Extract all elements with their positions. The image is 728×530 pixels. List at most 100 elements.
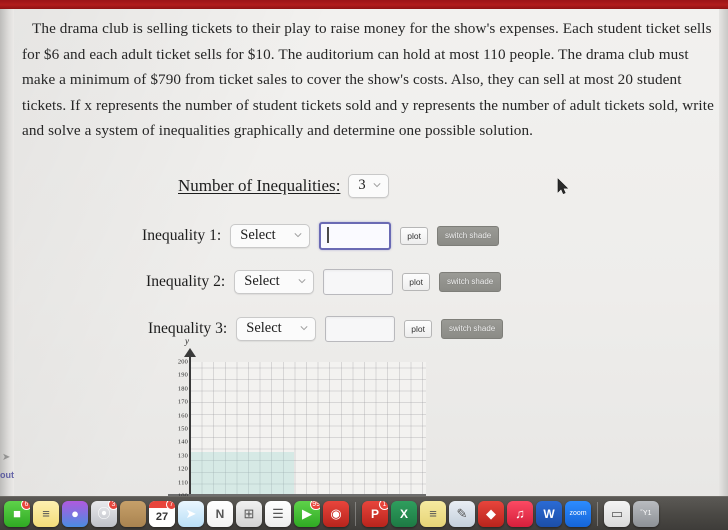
graph-y-tick-label: 180 xyxy=(177,385,188,393)
inequality-graph[interactable]: y 200190180170160150140130120110100 xyxy=(168,336,426,500)
dock-icon-glyph: ◆ xyxy=(486,506,496,521)
dock-icon-glyph: ■ xyxy=(13,506,21,521)
stray-arrow-icon: ➤ xyxy=(2,452,11,463)
dock-icon-glyph: Ὕ1 xyxy=(640,510,652,517)
dock-icon-glyph: ◉ xyxy=(330,506,342,521)
graph-y-tick-label: 200 xyxy=(177,358,188,366)
inequality-3-select-value: Select xyxy=(246,320,282,336)
dock-icon-badge: 99 xyxy=(310,500,320,510)
dock-icon-finder-window[interactable]: ▭ xyxy=(604,500,630,527)
mouse-cursor-icon xyxy=(557,178,569,196)
inequality-1-label: Inequality 1: xyxy=(142,227,222,244)
inequality-2-select[interactable]: Select xyxy=(234,270,315,294)
dock-icon-glyph: ● xyxy=(71,506,79,521)
inequality-1-plot-button[interactable]: plot xyxy=(400,226,428,246)
dock-icon-news[interactable]: N xyxy=(207,500,233,527)
dock-icon-music[interactable]: ♫ xyxy=(507,500,533,527)
graph-y-tick-label: 190 xyxy=(177,371,188,379)
inequality-row-3: Inequality 3: Select plot switch shade xyxy=(148,316,504,342)
dock-icon-safari[interactable]: ⦿ 3 xyxy=(91,500,117,527)
graph-y-tick-label: 150 xyxy=(177,425,188,433)
inequality-2-select-value: Select xyxy=(244,273,280,289)
browser-top-red-bar xyxy=(0,0,728,9)
inequality-3-switch-shade-button[interactable]: switch shade xyxy=(440,319,504,339)
graph-y-tick-label: 160 xyxy=(177,412,188,420)
dock-icon-glyph: ≡ xyxy=(429,506,437,521)
dock-separator xyxy=(355,501,356,526)
inequality-2-input[interactable] xyxy=(323,269,394,295)
dock-icon-word[interactable]: W xyxy=(536,500,562,527)
dock-icon-folder[interactable] xyxy=(120,500,146,527)
dock-icon-glyph: zoom xyxy=(569,510,587,517)
inequality-row-2: Inequality 2: Select plot switch shade xyxy=(146,269,502,295)
problem-statement: The drama club is selling tickets to the… xyxy=(22,16,716,144)
dock-icon-glyph: ≡ xyxy=(42,506,50,521)
dock-icon-calendar[interactable]: 27 7 xyxy=(149,500,175,527)
page-left-edge xyxy=(0,9,14,496)
page-right-edge xyxy=(719,9,728,496)
dock-icon-glyph: W xyxy=(543,506,555,521)
dock-icon-glyph: ➤ xyxy=(185,506,197,521)
graph-y-tick-labels: 200190180170160150140130120110100 xyxy=(164,344,188,500)
dock-icon-badge: 3 xyxy=(108,500,117,510)
inequality-2-plot-button[interactable]: plot xyxy=(402,272,430,292)
dock-icon-facetime[interactable]: ▶ 99 xyxy=(294,500,320,527)
dock-icon-reminders[interactable]: ☰ xyxy=(265,500,291,527)
dock-icon-stickies[interactable]: ≡ xyxy=(420,500,446,527)
dock-icon-glyph: ⊞ xyxy=(243,506,255,521)
dock-icon-glyph: ✎ xyxy=(456,506,468,521)
dock-icon-preview[interactable]: ✎ xyxy=(449,500,475,527)
number-of-inequalities-label: Number of Inequalities: xyxy=(178,176,341,195)
problem-text: The drama club is selling tickets to the… xyxy=(22,20,714,140)
screen-photo: The drama club is selling tickets to the… xyxy=(0,0,728,530)
dock-icon-glyph: X xyxy=(399,506,408,521)
inequality-1-select-value: Select xyxy=(240,227,276,243)
graph-y-axis xyxy=(189,354,191,496)
graph-y-tick-label: 120 xyxy=(177,465,188,473)
graph-y-tick-label: 130 xyxy=(177,452,188,460)
inequality-1-switch-shade-button[interactable]: switch shade xyxy=(436,226,500,246)
dock-icon-glyph: ⦿ xyxy=(97,506,111,521)
chevron-down-icon xyxy=(294,232,302,240)
dock-icon-badge: 7 xyxy=(166,500,175,510)
number-of-inequalities-select[interactable]: 3 xyxy=(348,174,389,198)
dock-icon-glyph: ♫ xyxy=(515,506,525,521)
dock-icon-media-player[interactable]: ◉ xyxy=(323,500,349,527)
inequality-3-input[interactable] xyxy=(325,316,396,342)
dock-icon-trash[interactable]: Ὕ1 xyxy=(633,500,659,527)
inequality-3-plot-button[interactable]: plot xyxy=(404,319,432,339)
dock-icon-badge: 6 xyxy=(21,500,30,510)
macos-dock[interactable]: ■ 6 ≡ ● ⦿ 3 27 7 ➤ N ⊞ ☰ ▶ 99 ◉ P 1 X ≡ ✎ ◆ ♫ Wzoom ▭ Ὕ1 xyxy=(0,496,728,530)
dock-icon-excel[interactable]: X xyxy=(391,500,417,527)
text-caret xyxy=(327,227,329,243)
graph-y-tick-label: 140 xyxy=(177,438,188,446)
inequality-2-switch-shade-button[interactable]: switch shade xyxy=(438,272,502,292)
dock-icon-notes[interactable]: ≡ xyxy=(33,500,59,527)
inequality-row-1: Inequality 1: Select plot switch shade xyxy=(142,222,500,250)
dock-icon-maps[interactable]: ➤ xyxy=(178,500,204,527)
dock-icon-glyph: P xyxy=(370,506,379,521)
graph-shaded-region xyxy=(190,452,294,496)
dock-icon-glyph: N xyxy=(215,506,225,521)
graph-y-tick-label: 170 xyxy=(177,398,188,406)
dock-icon-zoom[interactable]: zoom xyxy=(565,500,591,527)
inequality-1-input[interactable] xyxy=(319,222,392,250)
calendar-day-number: 27 xyxy=(149,507,175,527)
dock-icon-keynote[interactable]: ◆ xyxy=(478,500,504,527)
chevron-down-icon xyxy=(298,278,306,286)
dock-icon-powerpoint-doc[interactable]: P1 xyxy=(362,500,388,527)
inequality-1-select[interactable]: Select xyxy=(230,224,311,248)
dock-icon-calculator[interactable]: ⊞ xyxy=(236,500,262,527)
dock-icon-glyph: ▶ xyxy=(302,506,312,521)
number-of-inequalities-value: 3 xyxy=(358,177,366,193)
dock-separator xyxy=(597,501,598,526)
dock-icon-messages[interactable]: ■ 6 xyxy=(4,500,30,527)
number-of-inequalities-row: Number of Inequalities: 3 xyxy=(178,174,389,198)
stray-edge-text: out xyxy=(0,470,14,480)
chevron-down-icon xyxy=(373,182,381,190)
dock-icon-siri[interactable]: ● xyxy=(62,500,88,527)
graph-grid xyxy=(190,362,426,496)
inequality-3-select[interactable]: Select xyxy=(236,317,317,341)
inequality-2-label: Inequality 2: xyxy=(146,273,226,290)
dock-icon-badge: 1 xyxy=(379,500,388,510)
